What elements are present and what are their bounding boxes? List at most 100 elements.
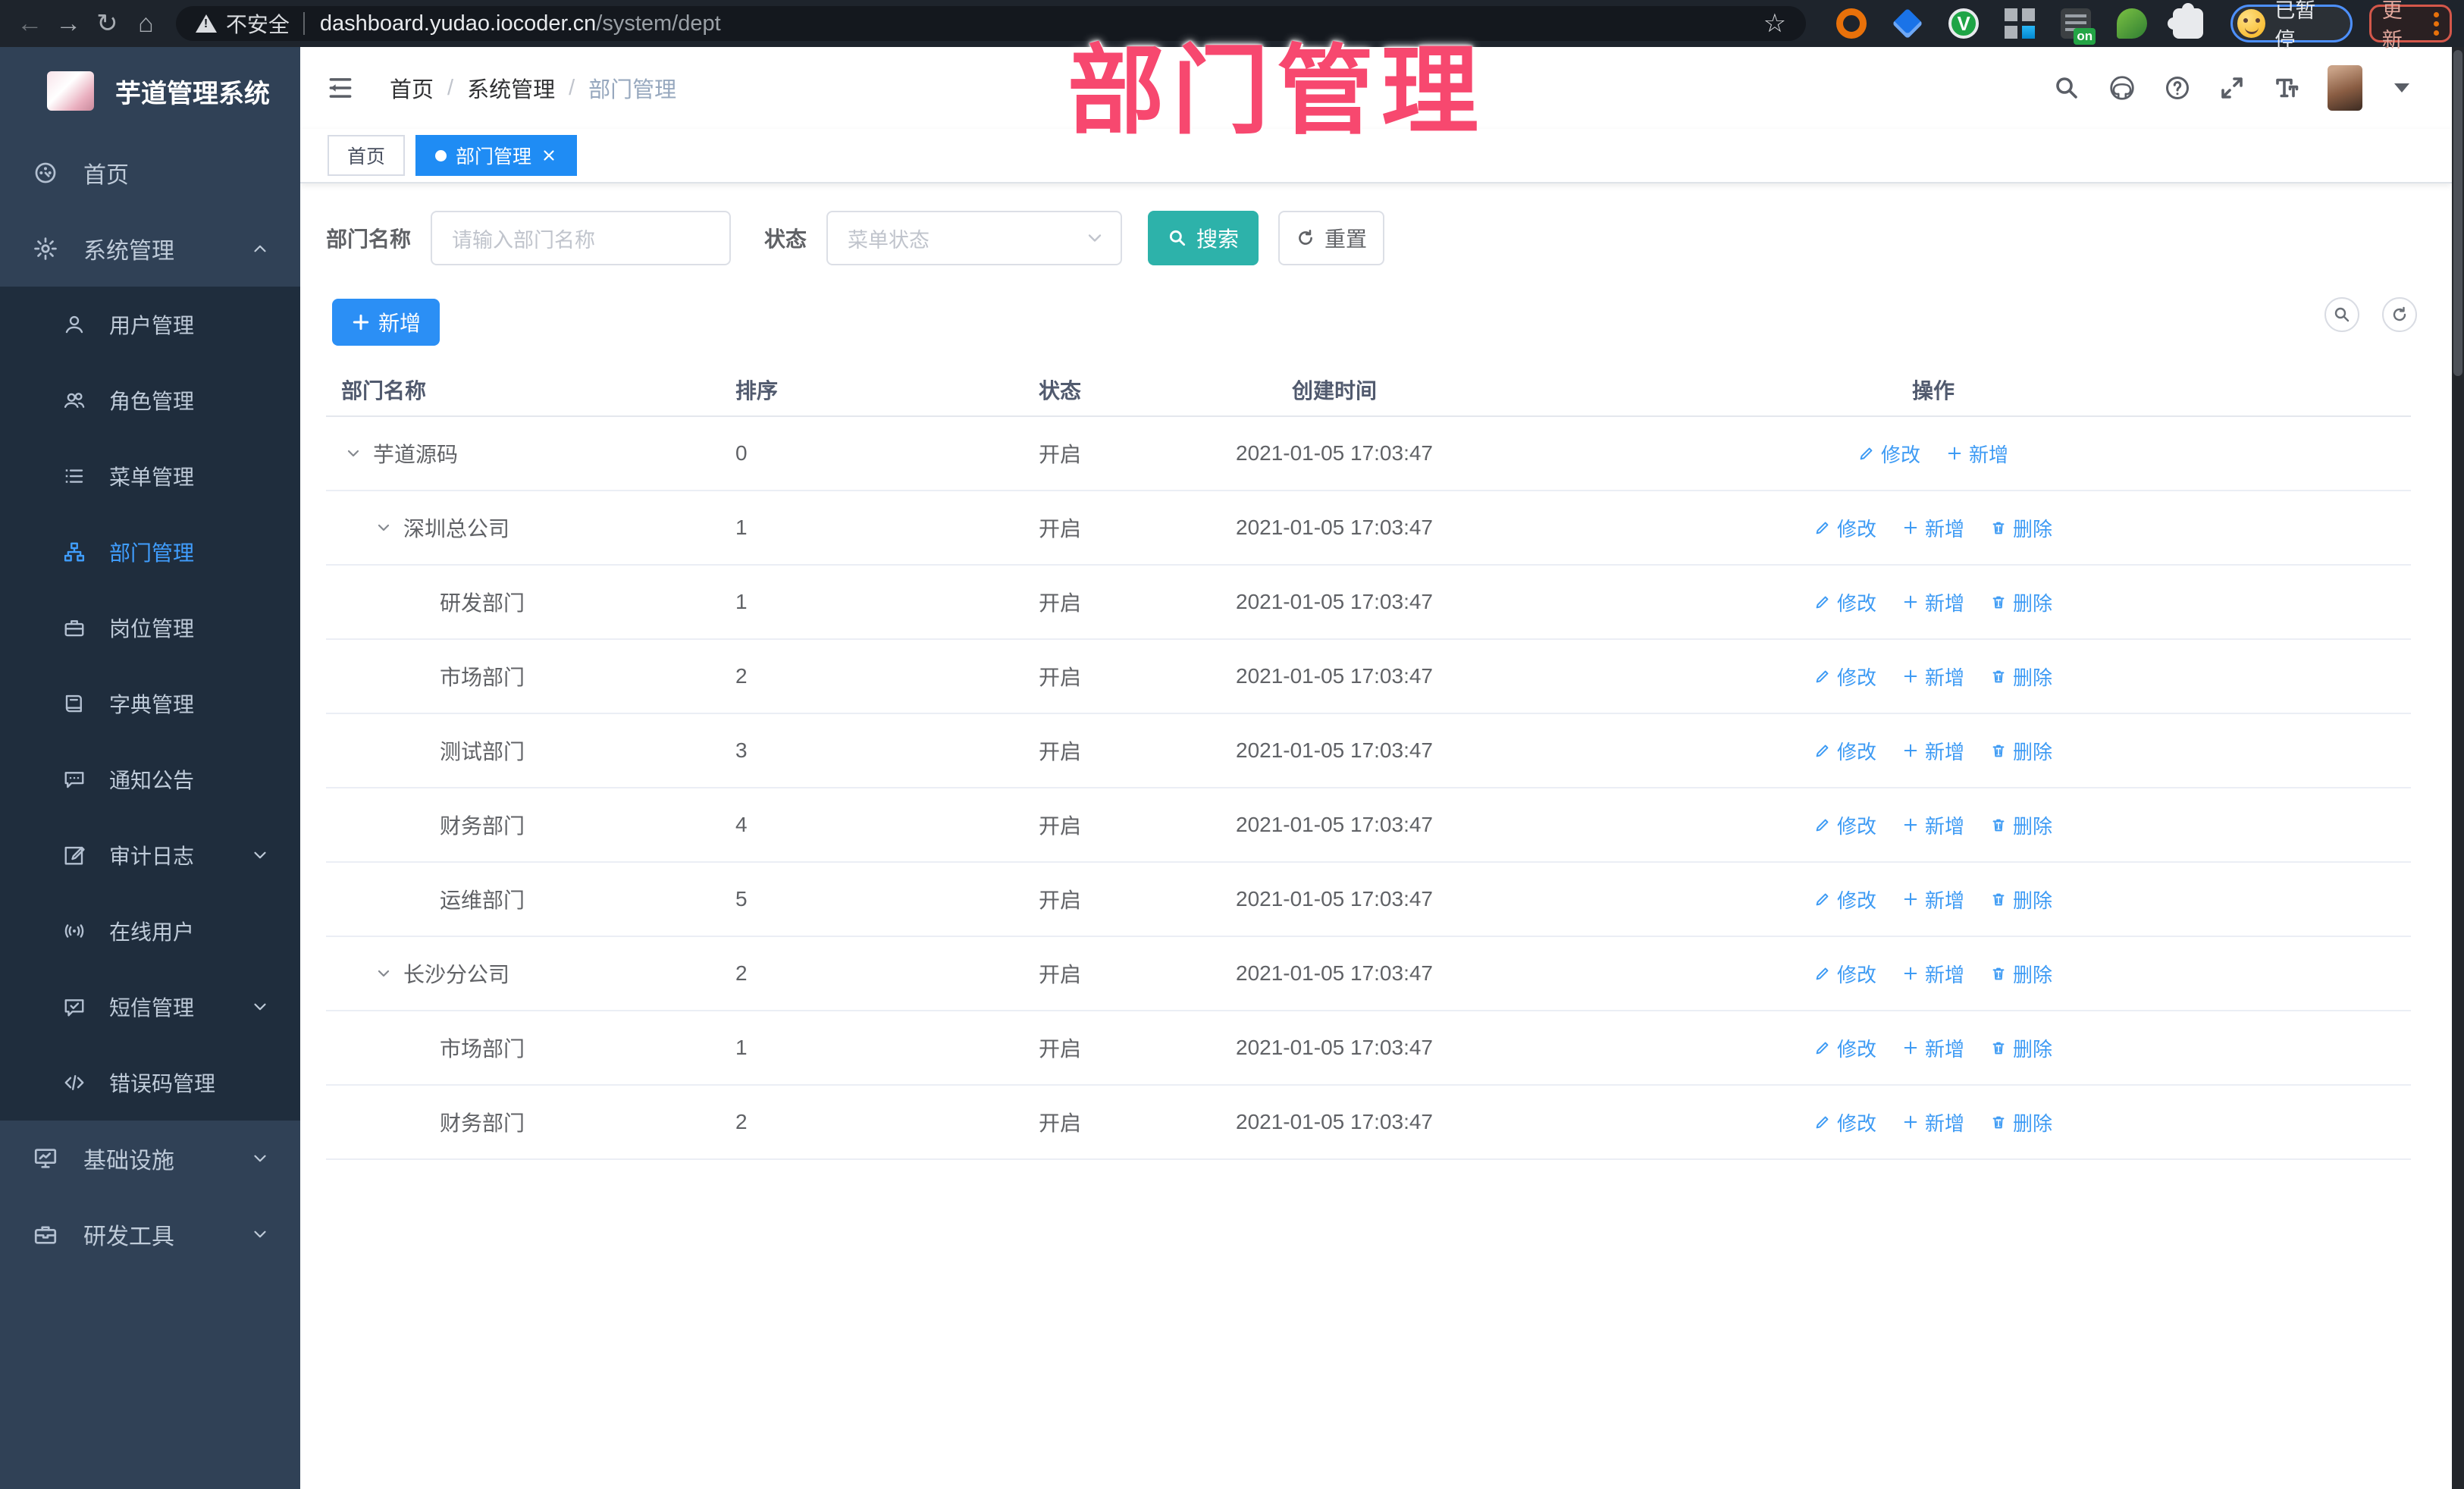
row-delete-link[interactable]: 删除 — [1990, 737, 2052, 765]
row-delete-link[interactable]: 删除 — [1990, 960, 2052, 988]
sidebar-item-10[interactable]: 在线用户 — [0, 893, 300, 969]
sidebar-item-12[interactable]: 错误码管理 — [0, 1045, 300, 1121]
font-size-icon[interactable] — [2273, 74, 2300, 102]
toggle-search-button[interactable] — [2324, 297, 2359, 332]
extension-grid-icon[interactable] — [2005, 8, 2036, 39]
row-edit-link[interactable]: 修改 — [1814, 960, 1876, 988]
filter-form: 部门名称 请输入部门名称 状态 菜单状态 搜索 重置 — [326, 211, 1385, 265]
row-edit-link[interactable]: 修改 — [1814, 1034, 1876, 1062]
sidebar-item-4[interactable]: 菜单管理 — [0, 438, 300, 514]
extension-orange-icon[interactable] — [1836, 8, 1867, 39]
header-actions — [2053, 65, 2452, 111]
table-row-0: 芋道源码 0 开启 2021-01-05 17:03:47 修改 新增 — [326, 417, 2411, 491]
refresh-table-button[interactable] — [2382, 297, 2417, 332]
sidebar-item-5[interactable]: 部门管理 — [0, 514, 300, 590]
browser-forward-icon[interactable]: → — [49, 6, 88, 41]
expand-caret-icon[interactable] — [344, 444, 362, 462]
dept-status: 开启 — [1039, 443, 1082, 466]
browser-home-icon[interactable]: ⌂ — [127, 6, 165, 41]
browser-update-button[interactable]: 更新 — [2368, 0, 2453, 52]
row-add-link[interactable]: 新增 — [1902, 960, 1964, 988]
sidebar-item-8[interactable]: 通知公告 — [0, 741, 300, 817]
row-delete-link[interactable]: 删除 — [1990, 663, 2052, 691]
extension-gem-icon[interactable] — [1892, 8, 1923, 39]
sidebar-item-14[interactable]: 研发工具 — [0, 1196, 300, 1272]
sidebar-item-7[interactable]: 字典管理 — [0, 666, 300, 741]
plus-icon — [1902, 1039, 1919, 1056]
row-delete-link[interactable]: 删除 — [1990, 1034, 2052, 1062]
row-edit-link[interactable]: 修改 — [1814, 811, 1876, 839]
row-edit-link[interactable]: 修改 — [1814, 663, 1876, 691]
address-bar[interactable]: ! 不安全 dashboard.yudao.iocoder.cn/system/… — [175, 6, 1807, 41]
sidebar-item-11[interactable]: 短信管理 — [0, 969, 300, 1045]
row-delete-link[interactable]: 删除 — [1990, 514, 2052, 542]
reset-button[interactable]: 重置 — [1278, 211, 1385, 265]
dept-status: 开启 — [1039, 517, 1082, 541]
tab-label: 部门管理 — [456, 146, 532, 168]
tab-label: 首页 — [347, 146, 386, 168]
page-scrollbar-thumb[interactable] — [2453, 50, 2462, 376]
close-icon[interactable] — [541, 147, 557, 164]
expand-caret-icon[interactable] — [375, 519, 393, 537]
page-scrollbar[interactable] — [2452, 47, 2464, 1489]
row-edit-link[interactable]: 修改 — [1814, 1108, 1876, 1136]
browser-profile-button[interactable]: 已暂停 — [2230, 0, 2353, 52]
dept-name-input[interactable]: 请输入部门名称 — [431, 211, 732, 265]
refresh-icon — [1296, 228, 1315, 248]
sidebar-item-1[interactable]: 系统管理 — [0, 211, 300, 287]
sidebar-item-6[interactable]: 岗位管理 — [0, 590, 300, 666]
row-add-link[interactable]: 新增 — [1902, 1034, 1964, 1062]
row-edit-link[interactable]: 修改 — [1814, 514, 1876, 542]
row-delete-link[interactable]: 删除 — [1990, 1108, 2052, 1136]
chevron-down-icon — [1084, 227, 1105, 249]
row-edit-link[interactable]: 修改 — [1858, 440, 1920, 468]
breadcrumb-item-0[interactable]: 首页 — [390, 72, 434, 104]
search-button[interactable]: 搜索 — [1148, 211, 1259, 265]
extensions-puzzle-icon[interactable] — [2168, 3, 2204, 39]
row-add-link[interactable]: 新增 — [1902, 737, 1964, 765]
row-add-link[interactable]: 新增 — [1902, 886, 1964, 914]
fullscreen-icon[interactable] — [2218, 74, 2246, 102]
row-delete-link[interactable]: 删除 — [1990, 886, 2052, 914]
sidebar-item-label: 基础设施 — [83, 1149, 174, 1174]
row-delete-link[interactable]: 删除 — [1990, 811, 2052, 839]
row-add-link[interactable]: 新增 — [1902, 811, 1964, 839]
row-edit-link[interactable]: 修改 — [1814, 737, 1876, 765]
sidebar-item-3[interactable]: 角色管理 — [0, 362, 300, 438]
sidebar-item-0[interactable]: 首页 — [0, 135, 300, 211]
row-edit-link[interactable]: 修改 — [1814, 588, 1876, 616]
header-search-icon[interactable] — [2053, 74, 2080, 102]
help-icon[interactable] — [2164, 74, 2191, 102]
sidebar-item-label: 角色管理 — [109, 390, 195, 413]
row-delete-link[interactable]: 删除 — [1990, 588, 2052, 616]
sidebar-item-9[interactable]: 审计日志 — [0, 817, 300, 893]
row-edit-link[interactable]: 修改 — [1814, 886, 1876, 914]
add-button[interactable]: 新增 — [332, 299, 440, 346]
row-add-link[interactable]: 新增 — [1902, 588, 1964, 616]
browser-back-icon[interactable]: ← — [11, 6, 49, 41]
extension-on-badge-icon[interactable] — [2061, 8, 2096, 45]
tab-1[interactable]: 部门管理 — [415, 135, 578, 176]
breadcrumb-item-1[interactable]: 系统管理 — [467, 72, 555, 104]
bookmark-star-icon[interactable]: ☆ — [1763, 8, 1786, 39]
status-select[interactable]: 菜单状态 — [826, 211, 1123, 265]
github-icon[interactable] — [2108, 74, 2136, 102]
avatar-caret-icon[interactable] — [2394, 83, 2409, 92]
browser-menu-icon[interactable] — [2434, 11, 2440, 36]
row-add-link[interactable]: 新增 — [1902, 514, 1964, 542]
user-avatar[interactable] — [2328, 65, 2362, 111]
extension-green-icon[interactable]: V — [1948, 8, 1980, 39]
row-add-link[interactable]: 新增 — [1902, 663, 1964, 691]
browser-reload-icon[interactable]: ↻ — [88, 6, 127, 41]
comment-icon — [59, 768, 89, 791]
app-logo[interactable]: 芋道管理系统 — [0, 47, 300, 135]
sidebar-item-13[interactable]: 基础设施 — [0, 1121, 300, 1196]
tab-0[interactable]: 首页 — [328, 135, 406, 176]
sidebar-item-2[interactable]: 用户管理 — [0, 287, 300, 362]
extension-leaf-icon[interactable] — [2117, 8, 2148, 39]
table-body: 芋道源码 0 开启 2021-01-05 17:03:47 修改 新增 深圳总公司 1 开启 20… — [326, 417, 2411, 1160]
row-add-link[interactable]: 新增 — [1946, 440, 2008, 468]
row-add-link[interactable]: 新增 — [1902, 1108, 1964, 1136]
hamburger-icon[interactable] — [326, 74, 355, 102]
expand-caret-icon[interactable] — [375, 964, 393, 983]
